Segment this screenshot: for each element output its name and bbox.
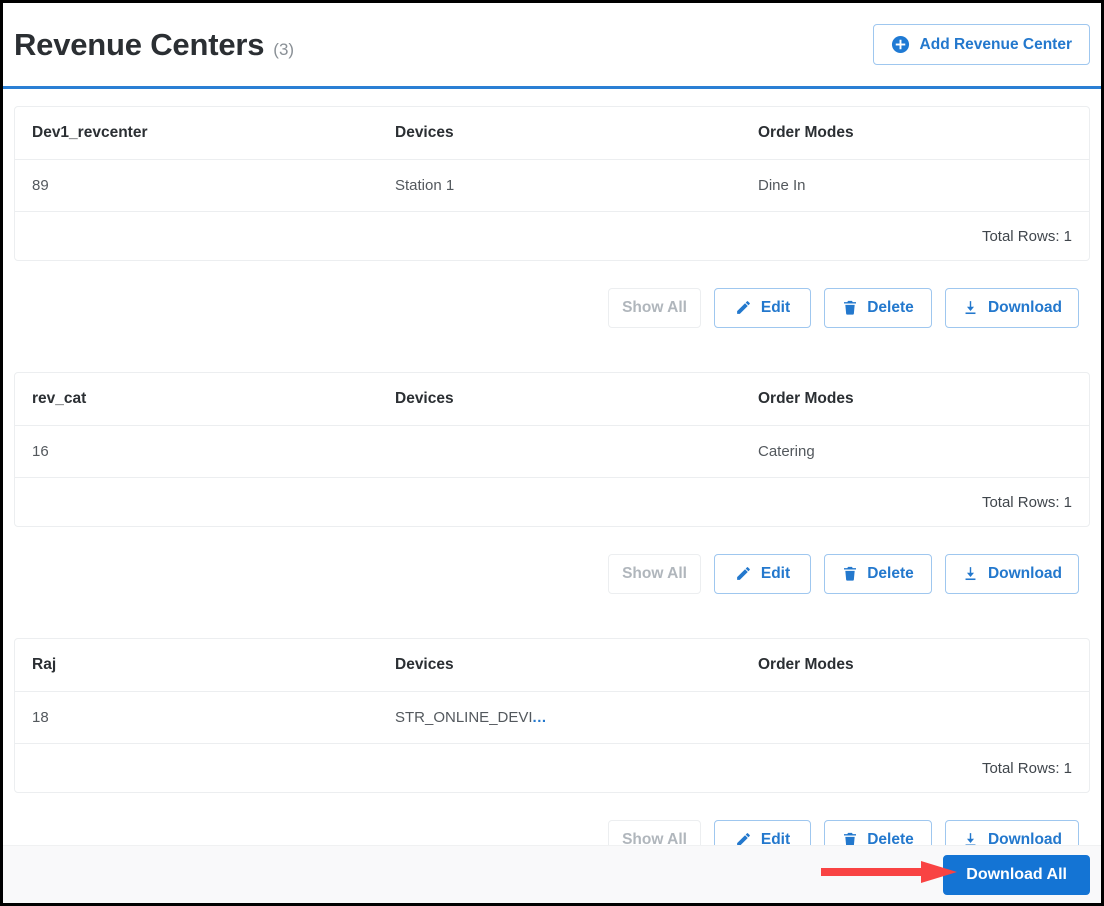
row-action-bar: Show All Edit Delete Download	[14, 527, 1090, 599]
download-button[interactable]: Download	[945, 553, 1079, 594]
add-revenue-center-label: Add Revenue Center	[919, 35, 1072, 53]
table-footer-row: Total Rows: 1	[15, 744, 1089, 792]
show-all-button[interactable]: Show All	[608, 553, 701, 594]
column-header-devices: Devices	[395, 390, 454, 407]
cell-devices: STR_ONLINE_DEVI...	[395, 709, 758, 726]
devices-truncation-toggle[interactable]: ...	[533, 709, 547, 726]
table-row: 89 Station 1 Dine In	[15, 160, 1089, 212]
revenue-center-table: rev_cat Devices Order Modes 16 Catering …	[14, 372, 1090, 527]
cell-id: 89	[32, 177, 49, 194]
add-revenue-center-button[interactable]: Add Revenue Center	[872, 24, 1090, 65]
delete-button[interactable]: Delete	[824, 287, 932, 328]
trash-icon	[842, 299, 858, 316]
sections-container: Dev1_revcenter Devices Order Modes 89 St…	[3, 89, 1101, 865]
column-header-order-modes: Order Modes	[758, 390, 854, 407]
download-all-button[interactable]: Download All	[943, 854, 1090, 895]
edit-label: Edit	[760, 298, 791, 316]
delete-label: Delete	[867, 298, 914, 316]
download-button[interactable]: Download	[945, 287, 1079, 328]
title-group: Revenue Centers (3)	[14, 29, 873, 60]
download-icon	[962, 299, 979, 316]
cell-devices-text: STR_ONLINE_DEVI	[395, 709, 533, 726]
page-title: Revenue Centers	[14, 27, 265, 62]
row-action-bar: Show All Edit Delete Download	[14, 261, 1090, 333]
edit-button[interactable]: Edit	[714, 287, 811, 328]
download-icon	[962, 565, 979, 582]
cell-id: 18	[32, 709, 49, 726]
show-all-button[interactable]: Show All	[608, 287, 701, 328]
cell-devices-text: Station 1	[395, 177, 455, 194]
revenue-center-table: Raj Devices Order Modes 18 STR_ONLINE_DE…	[14, 638, 1090, 793]
revenue-center-section: Raj Devices Order Modes 18 STR_ONLINE_DE…	[14, 621, 1090, 865]
page-count: (3)	[273, 40, 295, 59]
total-rows-label: Total Rows: 1	[981, 227, 1072, 245]
edit-label: Edit	[760, 564, 791, 582]
download-all-label: Download All	[966, 865, 1067, 883]
page-header: Revenue Centers (3) Add Revenue Center	[3, 3, 1101, 86]
cell-id: 16	[32, 443, 49, 460]
cell-order-modes: Dine In	[758, 177, 806, 194]
total-rows-label: Total Rows: 1	[981, 759, 1072, 777]
download-label: Download	[987, 564, 1063, 582]
table-row: 16 Catering	[15, 426, 1089, 478]
cell-devices: Station 1	[395, 177, 758, 194]
delete-button[interactable]: Delete	[824, 553, 932, 594]
revenue-centers-page: Revenue Centers (3) Add Revenue Center D…	[0, 0, 1104, 906]
column-header-order-modes: Order Modes	[758, 656, 854, 673]
revenue-center-table: Dev1_revcenter Devices Order Modes 89 St…	[14, 106, 1090, 261]
revenue-center-name: Dev1_revcenter	[32, 124, 148, 141]
total-rows-label: Total Rows: 1	[981, 493, 1072, 511]
revenue-center-name: Raj	[32, 656, 57, 673]
trash-icon	[842, 565, 858, 582]
plus-circle-icon	[891, 35, 910, 54]
revenue-center-name: rev_cat	[32, 390, 87, 407]
page-footer: Download All	[3, 845, 1101, 903]
show-all-label: Show All	[622, 564, 687, 582]
table-header-row: rev_cat Devices Order Modes	[15, 373, 1089, 426]
table-row: 18 STR_ONLINE_DEVI...	[15, 692, 1089, 744]
show-all-label: Show All	[622, 298, 687, 316]
revenue-center-section: rev_cat Devices Order Modes 16 Catering …	[14, 355, 1090, 599]
table-header-row: Raj Devices Order Modes	[15, 639, 1089, 692]
cell-order-modes: Catering	[758, 443, 815, 460]
pencil-icon	[735, 565, 752, 582]
column-header-order-modes: Order Modes	[758, 124, 854, 141]
table-header-row: Dev1_revcenter Devices Order Modes	[15, 107, 1089, 160]
column-header-devices: Devices	[395, 124, 454, 141]
pencil-icon	[735, 299, 752, 316]
table-footer-row: Total Rows: 1	[15, 212, 1089, 260]
column-header-devices: Devices	[395, 656, 454, 673]
delete-label: Delete	[867, 564, 914, 582]
edit-button[interactable]: Edit	[714, 553, 811, 594]
table-footer-row: Total Rows: 1	[15, 478, 1089, 526]
download-label: Download	[987, 298, 1063, 316]
revenue-center-section: Dev1_revcenter Devices Order Modes 89 St…	[14, 89, 1090, 333]
